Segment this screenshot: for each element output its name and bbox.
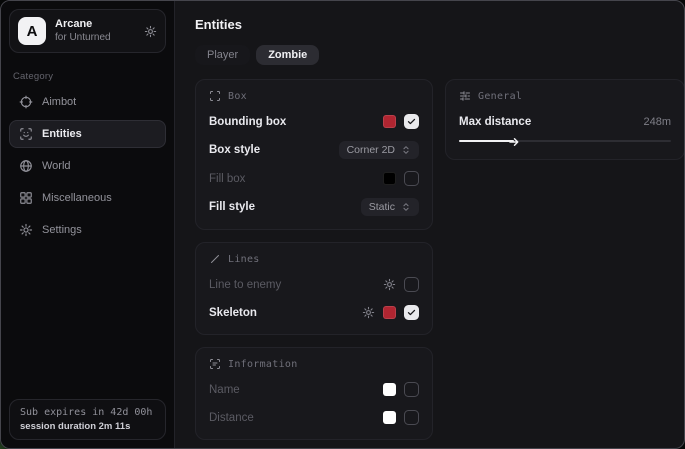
- main-content: Entities Player Zombie Box Bounding box: [175, 1, 684, 448]
- page-title: Entities: [195, 17, 672, 32]
- dropdown-value: Static: [369, 201, 395, 213]
- general-card: General Max distance 248m: [445, 79, 684, 160]
- setting-label: Distance: [209, 412, 254, 424]
- checkbox-checked[interactable]: [404, 305, 419, 320]
- app-header-card: A Arcane for Unturned: [9, 9, 166, 53]
- max-distance-slider[interactable]: [459, 136, 671, 146]
- sidebar-item-aimbot[interactable]: Aimbot: [9, 88, 166, 116]
- sidebar-item-label: Miscellaneous: [42, 192, 112, 204]
- app-window: A Arcane for Unturned Category Aimbot En…: [0, 0, 685, 449]
- row-settings-gear-icon[interactable]: [383, 278, 396, 291]
- setting-label: Fill style: [209, 201, 255, 213]
- lines-card: Lines Line to enemy Skeleton: [195, 242, 433, 335]
- color-swatch[interactable]: [383, 411, 396, 424]
- slider-thumb-arrow-icon[interactable]: [509, 135, 520, 153]
- tab-zombie[interactable]: Zombie: [256, 45, 319, 65]
- app-subtitle: for Unturned: [55, 32, 135, 45]
- scan-text-icon: [209, 358, 221, 370]
- sliders-icon: [459, 90, 471, 102]
- card-title: Box: [228, 91, 247, 102]
- slider-fill: [459, 140, 514, 142]
- sidebar-item-label: Settings: [42, 224, 82, 236]
- box-card: Box Bounding box Box style: [195, 79, 433, 230]
- sidebar-item-label: World: [42, 160, 71, 172]
- slider-value: 248m: [643, 116, 671, 128]
- information-card: Information Name Distance: [195, 347, 433, 440]
- setting-row-bounding-box: Bounding box: [209, 113, 419, 130]
- color-swatch[interactable]: [383, 172, 396, 185]
- fill-style-dropdown[interactable]: Static: [361, 198, 419, 216]
- setting-row-box-style: Box style Corner 2D: [209, 141, 419, 159]
- tab-player[interactable]: Player: [195, 45, 250, 65]
- sub-expiry-text: Sub expires in 42d 00h: [20, 407, 155, 418]
- scan-face-icon: [19, 127, 33, 141]
- sidebar-item-entities[interactable]: Entities: [9, 120, 166, 148]
- setting-label: Bounding box: [209, 116, 286, 128]
- subscription-info-card: Sub expires in 42d 00h session duration …: [9, 399, 166, 440]
- setting-label: Fill box: [209, 173, 245, 185]
- grid-icon: [19, 191, 33, 205]
- setting-row-skeleton: Skeleton: [209, 304, 419, 321]
- scan-icon: [209, 90, 221, 102]
- setting-label: Max distance: [459, 116, 531, 128]
- sidebar-item-label: Entities: [42, 128, 82, 140]
- card-title: Information: [228, 359, 298, 370]
- setting-label: Line to enemy: [209, 279, 281, 291]
- sidebar: A Arcane for Unturned Category Aimbot En…: [1, 1, 175, 448]
- gear-icon: [19, 223, 33, 237]
- entity-tabs: Player Zombie: [195, 45, 672, 65]
- app-logo: A: [18, 17, 46, 45]
- row-settings-gear-icon[interactable]: [362, 306, 375, 319]
- setting-row-fill-box: Fill box: [209, 170, 419, 187]
- sidebar-item-label: Aimbot: [42, 96, 76, 108]
- session-duration-text: session duration 2m 11s: [20, 421, 155, 432]
- checkbox-unchecked[interactable]: [404, 277, 419, 292]
- checkbox-unchecked[interactable]: [404, 382, 419, 397]
- setting-row-max-distance: Max distance 248m: [459, 113, 671, 130]
- setting-label: Box style: [209, 144, 260, 156]
- checkbox-unchecked[interactable]: [404, 410, 419, 425]
- setting-label: Skeleton: [209, 307, 257, 319]
- chevrons-up-down-icon: [401, 202, 411, 212]
- header-gear-icon[interactable]: [144, 25, 157, 38]
- setting-row-name: Name: [209, 381, 419, 398]
- category-label: Category: [13, 71, 162, 82]
- crosshair-icon: [19, 95, 33, 109]
- checkbox-unchecked[interactable]: [404, 171, 419, 186]
- setting-row-line-to-enemy: Line to enemy: [209, 276, 419, 293]
- globe-icon: [19, 159, 33, 173]
- chevrons-up-down-icon: [401, 145, 411, 155]
- box-style-dropdown[interactable]: Corner 2D: [339, 141, 419, 159]
- card-title: General: [478, 91, 522, 102]
- setting-row-fill-style: Fill style Static: [209, 198, 419, 216]
- app-title: Arcane: [55, 18, 135, 32]
- color-swatch[interactable]: [383, 383, 396, 396]
- dropdown-value: Corner 2D: [347, 144, 395, 156]
- checkbox-checked[interactable]: [404, 114, 419, 129]
- color-swatch[interactable]: [383, 306, 396, 319]
- sidebar-item-world[interactable]: World: [9, 152, 166, 180]
- setting-label: Name: [209, 384, 240, 396]
- line-icon: [209, 253, 221, 265]
- color-swatch[interactable]: [383, 115, 396, 128]
- card-title: Lines: [228, 254, 260, 265]
- sidebar-item-settings[interactable]: Settings: [9, 216, 166, 244]
- setting-row-distance: Distance: [209, 409, 419, 426]
- sidebar-item-miscellaneous[interactable]: Miscellaneous: [9, 184, 166, 212]
